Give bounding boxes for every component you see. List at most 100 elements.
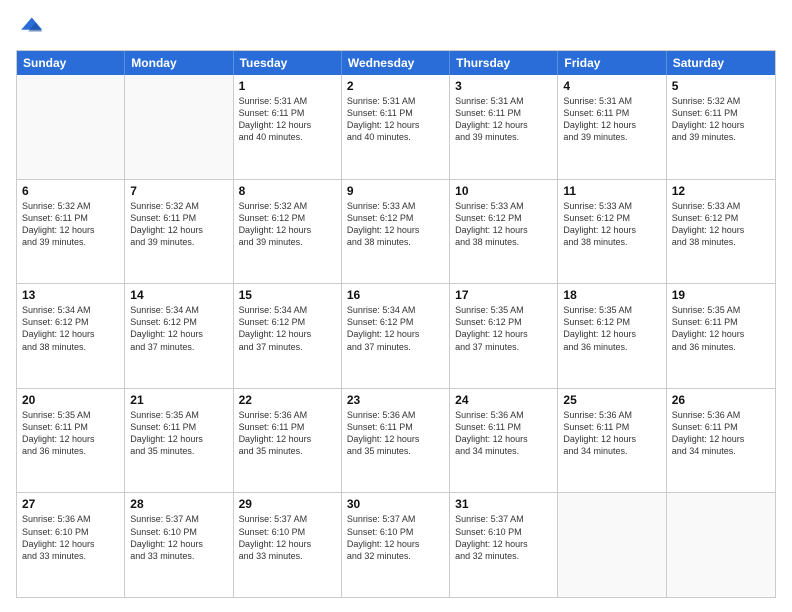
day-number: 16 <box>347 288 444 302</box>
day-cell-7: 7 Sunrise: 5:32 AM Sunset: 6:11 PM Daylig… <box>125 180 233 284</box>
day-number: 27 <box>22 497 119 511</box>
day-cell-2: 2 Sunrise: 5:31 AM Sunset: 6:11 PM Daylig… <box>342 75 450 179</box>
day-cell-9: 9 Sunrise: 5:33 AM Sunset: 6:12 PM Daylig… <box>342 180 450 284</box>
day-info: Sunrise: 5:34 AM Sunset: 6:12 PM Dayligh… <box>130 304 227 353</box>
day-number: 23 <box>347 393 444 407</box>
day-number: 6 <box>22 184 119 198</box>
calendar-row-0: 1 Sunrise: 5:31 AM Sunset: 6:11 PM Daylig… <box>17 75 775 179</box>
day-cell-12: 12 Sunrise: 5:33 AM Sunset: 6:12 PM Dayli… <box>667 180 775 284</box>
day-info: Sunrise: 5:36 AM Sunset: 6:11 PM Dayligh… <box>455 409 552 458</box>
day-info: Sunrise: 5:33 AM Sunset: 6:12 PM Dayligh… <box>672 200 770 249</box>
calendar-body: 1 Sunrise: 5:31 AM Sunset: 6:11 PM Daylig… <box>17 75 775 597</box>
day-info: Sunrise: 5:33 AM Sunset: 6:12 PM Dayligh… <box>563 200 660 249</box>
day-info: Sunrise: 5:36 AM Sunset: 6:11 PM Dayligh… <box>347 409 444 458</box>
day-number: 15 <box>239 288 336 302</box>
day-cell-27: 27 Sunrise: 5:36 AM Sunset: 6:10 PM Dayli… <box>17 493 125 597</box>
day-number: 9 <box>347 184 444 198</box>
day-cell-16: 16 Sunrise: 5:34 AM Sunset: 6:12 PM Dayli… <box>342 284 450 388</box>
day-cell-3: 3 Sunrise: 5:31 AM Sunset: 6:11 PM Daylig… <box>450 75 558 179</box>
calendar-header: SundayMondayTuesdayWednesdayThursdayFrid… <box>17 51 775 75</box>
day-number: 11 <box>563 184 660 198</box>
day-number: 10 <box>455 184 552 198</box>
day-number: 5 <box>672 79 770 93</box>
day-info: Sunrise: 5:31 AM Sunset: 6:11 PM Dayligh… <box>239 95 336 144</box>
day-info: Sunrise: 5:32 AM Sunset: 6:12 PM Dayligh… <box>239 200 336 249</box>
empty-cell-0-0 <box>17 75 125 179</box>
header-day-friday: Friday <box>558 51 666 75</box>
day-number: 26 <box>672 393 770 407</box>
day-number: 1 <box>239 79 336 93</box>
day-number: 18 <box>563 288 660 302</box>
day-number: 2 <box>347 79 444 93</box>
day-number: 4 <box>563 79 660 93</box>
header-day-sunday: Sunday <box>17 51 125 75</box>
day-info: Sunrise: 5:32 AM Sunset: 6:11 PM Dayligh… <box>130 200 227 249</box>
day-cell-30: 30 Sunrise: 5:37 AM Sunset: 6:10 PM Dayli… <box>342 493 450 597</box>
day-cell-19: 19Sunrise: 5:35 AM Sunset: 6:11 PM Dayli… <box>667 284 775 388</box>
calendar-row-1: 6 Sunrise: 5:32 AM Sunset: 6:11 PM Daylig… <box>17 179 775 284</box>
day-cell-8: 8 Sunrise: 5:32 AM Sunset: 6:12 PM Daylig… <box>234 180 342 284</box>
day-info: Sunrise: 5:37 AM Sunset: 6:10 PM Dayligh… <box>347 513 444 562</box>
day-info: Sunrise: 5:31 AM Sunset: 6:11 PM Dayligh… <box>347 95 444 144</box>
day-info: Sunrise: 5:31 AM Sunset: 6:11 PM Dayligh… <box>563 95 660 144</box>
header-day-wednesday: Wednesday <box>342 51 450 75</box>
day-info: Sunrise: 5:36 AM Sunset: 6:11 PM Dayligh… <box>239 409 336 458</box>
day-number: 3 <box>455 79 552 93</box>
day-number: 17 <box>455 288 552 302</box>
day-cell-14: 14 Sunrise: 5:34 AM Sunset: 6:12 PM Dayli… <box>125 284 233 388</box>
day-number: 14 <box>130 288 227 302</box>
day-info: Sunrise: 5:36 AM Sunset: 6:11 PM Dayligh… <box>563 409 660 458</box>
day-info: Sunrise: 5:35 AM Sunset: 6:11 PM Dayligh… <box>672 304 770 353</box>
calendar-row-3: 20 Sunrise: 5:35 AM Sunset: 6:11 PM Dayli… <box>17 388 775 493</box>
calendar-row-2: 13 Sunrise: 5:34 AM Sunset: 6:12 PM Dayli… <box>17 283 775 388</box>
day-cell-21: 21Sunrise: 5:35 AM Sunset: 6:11 PM Dayli… <box>125 389 233 493</box>
calendar: SundayMondayTuesdayWednesdayThursdayFrid… <box>16 50 776 598</box>
day-info: Sunrise: 5:37 AM Sunset: 6:10 PM Dayligh… <box>239 513 336 562</box>
day-info: Sunrise: 5:35 AM Sunset: 6:12 PM Dayligh… <box>563 304 660 353</box>
header-day-monday: Monday <box>125 51 233 75</box>
day-cell-20: 20 Sunrise: 5:35 AM Sunset: 6:11 PM Dayli… <box>17 389 125 493</box>
day-cell-18: 18 Sunrise: 5:35 AM Sunset: 6:12 PM Dayli… <box>558 284 666 388</box>
page: SundayMondayTuesdayWednesdayThursdayFrid… <box>0 0 792 612</box>
day-number: 29 <box>239 497 336 511</box>
day-number: 30 <box>347 497 444 511</box>
day-cell-29: 29 Sunrise: 5:37 AM Sunset: 6:10 PM Dayli… <box>234 493 342 597</box>
day-cell-11: 11 Sunrise: 5:33 AM Sunset: 6:12 PM Dayli… <box>558 180 666 284</box>
day-number: 7 <box>130 184 227 198</box>
header-day-thursday: Thursday <box>450 51 558 75</box>
day-info: Sunrise: 5:34 AM Sunset: 6:12 PM Dayligh… <box>347 304 444 353</box>
day-info: Sunrise: 5:35 AM Sunset: 6:11 PM Dayligh… <box>22 409 119 458</box>
day-info: Sunrise: 5:36 AM Sunset: 6:11 PM Dayligh… <box>672 409 770 458</box>
day-info: Sunrise: 5:33 AM Sunset: 6:12 PM Dayligh… <box>347 200 444 249</box>
day-cell-10: 10Sunrise: 5:33 AM Sunset: 6:12 PM Dayli… <box>450 180 558 284</box>
day-cell-5: 5Sunrise: 5:32 AM Sunset: 6:11 PM Daylig… <box>667 75 775 179</box>
day-number: 20 <box>22 393 119 407</box>
day-info: Sunrise: 5:37 AM Sunset: 6:10 PM Dayligh… <box>455 513 552 562</box>
day-info: Sunrise: 5:31 AM Sunset: 6:11 PM Dayligh… <box>455 95 552 144</box>
logo <box>16 14 48 42</box>
day-number: 28 <box>130 497 227 511</box>
day-info: Sunrise: 5:36 AM Sunset: 6:10 PM Dayligh… <box>22 513 119 562</box>
day-cell-26: 26 Sunrise: 5:36 AM Sunset: 6:11 PM Dayli… <box>667 389 775 493</box>
day-cell-25: 25Sunrise: 5:36 AM Sunset: 6:11 PM Dayli… <box>558 389 666 493</box>
empty-cell-4-6 <box>667 493 775 597</box>
day-number: 8 <box>239 184 336 198</box>
day-cell-4: 4 Sunrise: 5:31 AM Sunset: 6:11 PM Daylig… <box>558 75 666 179</box>
day-number: 22 <box>239 393 336 407</box>
day-cell-6: 6Sunrise: 5:32 AM Sunset: 6:11 PM Daylig… <box>17 180 125 284</box>
day-cell-15: 15 Sunrise: 5:34 AM Sunset: 6:12 PM Dayli… <box>234 284 342 388</box>
header-day-saturday: Saturday <box>667 51 775 75</box>
day-info: Sunrise: 5:34 AM Sunset: 6:12 PM Dayligh… <box>239 304 336 353</box>
day-cell-24: 24 Sunrise: 5:36 AM Sunset: 6:11 PM Dayli… <box>450 389 558 493</box>
day-cell-31: 31Sunrise: 5:37 AM Sunset: 6:10 PM Dayli… <box>450 493 558 597</box>
empty-cell-0-1 <box>125 75 233 179</box>
header <box>16 14 776 42</box>
day-number: 12 <box>672 184 770 198</box>
empty-cell-4-5 <box>558 493 666 597</box>
day-cell-1: 1 Sunrise: 5:31 AM Sunset: 6:11 PM Daylig… <box>234 75 342 179</box>
day-info: Sunrise: 5:35 AM Sunset: 6:12 PM Dayligh… <box>455 304 552 353</box>
day-number: 24 <box>455 393 552 407</box>
day-number: 13 <box>22 288 119 302</box>
day-number: 21 <box>130 393 227 407</box>
day-info: Sunrise: 5:37 AM Sunset: 6:10 PM Dayligh… <box>130 513 227 562</box>
